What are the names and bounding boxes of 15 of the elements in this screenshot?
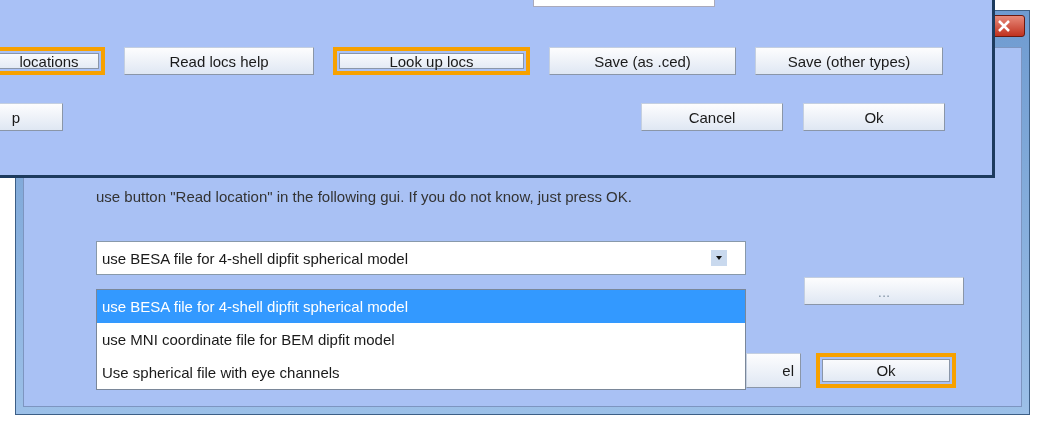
model-dropdown[interactable]: use BESA file for 4-shell dipfit spherical model	[96, 241, 746, 275]
dialog-button[interactable]: Look up locs	[333, 47, 530, 75]
dialog-button[interactable]: locations	[0, 47, 105, 75]
dialog-button[interactable]: Cancel	[641, 103, 783, 131]
dialog-button[interactable]: p	[0, 103, 63, 131]
dialog-button[interactable]: Read locs help	[124, 47, 314, 75]
dialog-button[interactable]: Ok	[803, 103, 945, 131]
instruction-text: use button "Read location" in the following gui. If you do not know, just press OK.	[96, 188, 633, 206]
dialog-button[interactable]: Save (other types)	[755, 47, 943, 75]
dialog-button[interactable]: el	[746, 353, 801, 388]
dropdown-option[interactable]: use MNI coordinate file for BEM dipfit model	[97, 323, 745, 356]
dropdown-option[interactable]: Use spherical file with eye channels	[97, 356, 745, 389]
dialog-button[interactable]: Ok	[816, 353, 956, 388]
close-icon	[997, 20, 1011, 32]
dialog-button[interactable]: Save (as .ced)	[549, 47, 736, 75]
